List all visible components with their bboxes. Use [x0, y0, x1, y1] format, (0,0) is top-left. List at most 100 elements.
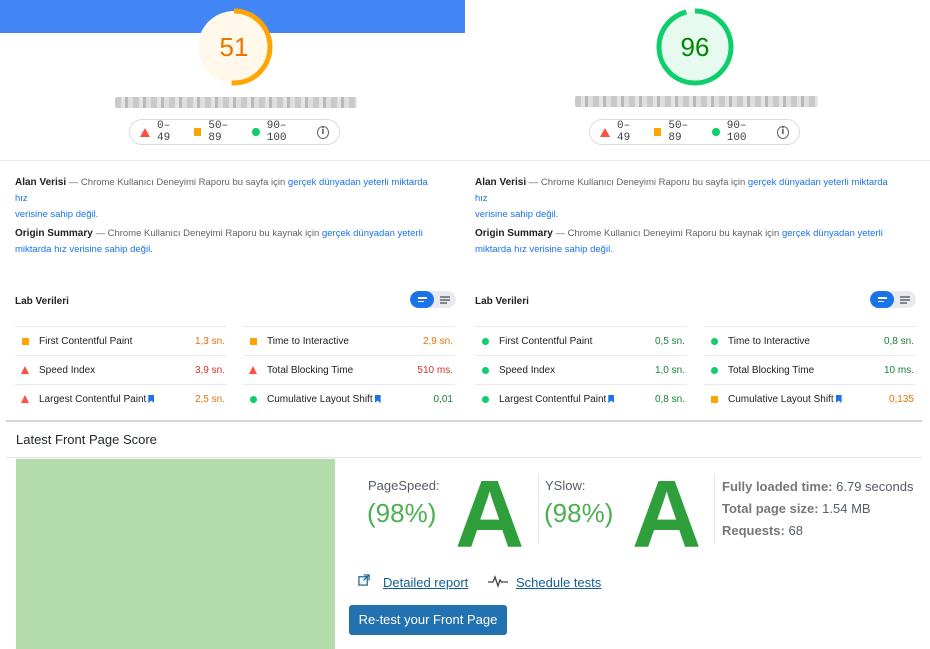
pass-circle-icon — [481, 337, 489, 345]
metric-value: 0,01 — [433, 393, 453, 405]
field-data-link-cont[interactable]: verisine sahip değil. — [15, 209, 98, 220]
requests-label: Requests: — [722, 523, 785, 538]
yslow-percent: (98%) — [544, 498, 614, 528]
activity-pulse-icon — [488, 575, 508, 588]
yslow-label: YSlow: — [545, 478, 586, 493]
legend-average: 50–89 — [208, 120, 229, 144]
performance-score-gauge: 96 — [655, 7, 735, 87]
fail-triangle-icon — [140, 127, 150, 137]
metric-view-toggle[interactable] — [870, 291, 916, 308]
field-data-section: Alan Verisi — Chrome Kullanıcı Deneyimi … — [15, 177, 428, 220]
metric-value: 3,9 sn. — [194, 364, 225, 376]
pagespeed-label: PageSpeed: — [368, 478, 440, 493]
metric-speed-index: Speed Index 3,9 sn. — [15, 355, 227, 384]
pass-circle-icon — [710, 366, 718, 374]
pass-circle-icon — [252, 128, 260, 136]
score-legend: 0–49 50–89 90–100 i — [129, 119, 340, 145]
metric-cumulative-layout-shift: Cumulative Layout Shift 0,135 — [704, 384, 916, 413]
metric-speed-index: Speed Index 1,0 sn. — [475, 355, 687, 384]
info-icon[interactable]: i — [316, 125, 329, 139]
metric-value: 510 ms. — [417, 364, 453, 376]
metric-time-to-interactive: Time to Interactive 2,9 sn. — [243, 326, 455, 355]
field-data-title: Alan Verisi — [475, 177, 527, 188]
metric-first-contentful-paint: First Contentful Paint 0,5 sn. — [475, 326, 687, 355]
page-screenshot-thumbnail — [16, 459, 335, 649]
lab-data-title: Lab Verileri — [475, 296, 529, 307]
metric-value: 2,9 sn. — [422, 335, 453, 347]
origin-summary-section: Origin Summary — Chrome Kullanıcı Deneyi… — [475, 228, 883, 255]
blurred-url — [575, 96, 818, 107]
field-data-link-cont[interactable]: verisine sahip değil. — [475, 209, 558, 220]
performance-score: 51 — [219, 32, 249, 62]
pass-circle-icon — [710, 337, 718, 345]
fully-loaded-value: 6.79 seconds — [832, 479, 914, 494]
score-legend: 0–49 50–89 90–100 i — [589, 119, 800, 145]
metric-value: 10 ms. — [883, 364, 914, 376]
score-separator — [538, 474, 539, 544]
metric-time-to-interactive: Time to Interactive 0,8 sn. — [704, 326, 916, 355]
page-size-value: 1.54 MB — [818, 501, 871, 516]
external-link-icon — [358, 574, 370, 586]
widget-title: Latest Front Page Score — [16, 432, 157, 447]
field-data-title: Alan Verisi — [15, 177, 67, 188]
average-square-icon — [21, 337, 29, 345]
field-data-section: Alan Verisi — Chrome Kullanıcı Deneyimi … — [475, 177, 888, 220]
metric-value: 0,135 — [888, 393, 914, 405]
origin-summary-link-cont[interactable]: miktarda hız verisine sahip değil. — [475, 244, 613, 255]
pass-circle-icon — [712, 128, 720, 136]
origin-summary-link[interactable]: gerçek dünyadan yeterli — [782, 228, 883, 239]
pass-circle-icon — [249, 395, 257, 403]
average-square-icon — [654, 128, 662, 136]
metric-total-blocking-time: Total Blocking Time 10 ms. — [704, 355, 916, 384]
fail-triangle-icon — [600, 127, 610, 137]
fail-triangle-icon — [21, 395, 29, 403]
performance-score: 96 — [680, 32, 710, 62]
bookmark-icon — [148, 395, 155, 403]
fail-triangle-icon — [21, 366, 29, 374]
metric-cumulative-layout-shift: Cumulative Layout Shift 0,01 — [243, 384, 455, 413]
legend-average: 50–89 — [668, 120, 689, 144]
metric-value: 2,5 sn. — [194, 393, 225, 405]
legend-pass: 90–100 — [266, 120, 287, 144]
average-square-icon — [194, 128, 202, 136]
metric-total-blocking-time: Total Blocking Time 510 ms. — [243, 355, 455, 384]
bookmark-icon — [374, 395, 381, 403]
divider — [465, 160, 930, 161]
info-icon[interactable]: i — [776, 125, 789, 139]
divider — [0, 160, 465, 161]
origin-summary-link-cont[interactable]: miktarda hız verisine sahip değil. — [15, 244, 153, 255]
bookmark-icon — [608, 395, 615, 403]
legend-pass: 90–100 — [726, 120, 747, 144]
lab-data-title: Lab Verileri — [15, 296, 69, 307]
bookmark-icon — [835, 395, 842, 403]
pass-circle-icon — [481, 395, 489, 403]
page-size-label: Total page size: — [722, 501, 819, 516]
schedule-tests-link[interactable]: Schedule tests — [516, 575, 601, 590]
fully-loaded-label: Fully loaded time: — [722, 479, 833, 494]
pass-circle-icon — [481, 366, 489, 374]
origin-summary-link[interactable]: gerçek dünyadan yeterli — [322, 228, 423, 239]
legend-fail: 0–49 — [617, 120, 631, 144]
retest-front-page-button[interactable]: Re-test your Front Page — [349, 605, 507, 635]
metric-largest-contentful-paint: Largest Contentful Paint 0,8 sn. — [475, 384, 687, 413]
blurred-url — [115, 97, 357, 108]
metric-value: 0,5 sn. — [654, 335, 685, 347]
origin-summary-section: Origin Summary — Chrome Kullanıcı Deneyi… — [15, 228, 423, 255]
section-divider — [6, 420, 922, 422]
stats-separator — [714, 474, 715, 544]
metric-view-toggle[interactable] — [410, 291, 456, 308]
origin-summary-title: Origin Summary — [475, 228, 553, 239]
detailed-report-link[interactable]: Detailed report — [383, 575, 468, 590]
widget-title-divider — [6, 457, 922, 458]
performance-score-gauge: 51 — [194, 7, 274, 87]
metric-largest-contentful-paint: Largest Contentful Paint 2,5 sn. — [15, 384, 227, 413]
pagespeed-grade: A — [455, 461, 525, 568]
average-square-icon — [710, 395, 718, 403]
metric-value: 0,8 sn. — [654, 393, 685, 405]
page-stats: Fully loaded time: 6.79 seconds Total pa… — [722, 476, 913, 542]
legend-fail: 0–49 — [157, 120, 171, 144]
fail-triangle-icon — [249, 366, 257, 374]
metric-value: 1,3 sn. — [194, 335, 225, 347]
requests-value: 68 — [784, 523, 803, 538]
origin-summary-title: Origin Summary — [15, 228, 93, 239]
